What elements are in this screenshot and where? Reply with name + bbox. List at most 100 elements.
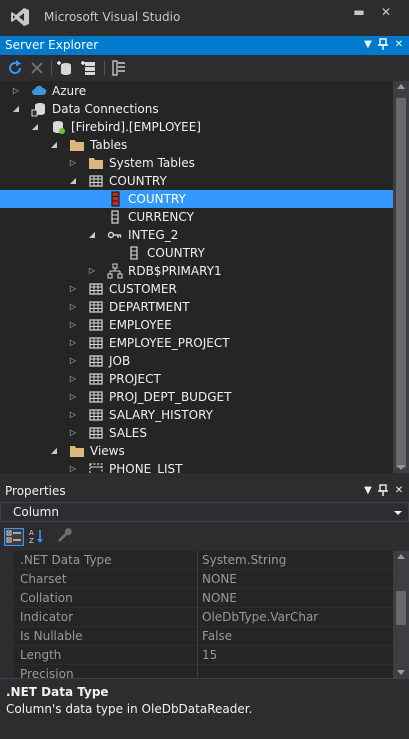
collapsed-arrow-icon[interactable]: ▷ xyxy=(68,355,78,367)
table-icon xyxy=(88,407,104,423)
tree-scrollbar[interactable] xyxy=(393,81,409,473)
collapsed-arrow-icon[interactable]: ▷ xyxy=(68,427,78,439)
tree-node-label: Azure xyxy=(52,84,87,98)
tree-node[interactable]: ▷ CUSTOMER xyxy=(0,280,393,298)
tree-node[interactable]: ◢ Tables xyxy=(0,136,393,154)
toolbar-separator xyxy=(104,61,105,75)
collapsed-arrow-icon[interactable]: ▷ xyxy=(68,391,78,403)
property-row[interactable]: Precision xyxy=(0,665,393,678)
expanded-arrow-icon[interactable]: ◢ xyxy=(11,103,21,115)
tree-node[interactable]: ◢ Data Connections xyxy=(0,100,393,118)
object-selector-dropdown[interactable]: Column xyxy=(0,502,409,522)
property-description-panel: .NET Data Type Column's data type in Ole… xyxy=(0,678,409,739)
tree-node[interactable]: ▷ SALARY_HISTORY xyxy=(0,406,393,424)
tree-node[interactable]: ▷ EMPLOYEE_PROJECT xyxy=(0,334,393,352)
close-window-button[interactable]: ✕ xyxy=(379,5,393,19)
property-value[interactable]: System.String xyxy=(202,553,286,567)
tree-node[interactable]: ▷ EMPLOYEE xyxy=(0,316,393,334)
tree-node[interactable]: ▷ PROJ_DEPT_BUDGET xyxy=(0,388,393,406)
expanded-arrow-icon[interactable]: ◢ xyxy=(30,121,40,133)
table-icon xyxy=(88,425,104,441)
connect-to-database-icon[interactable] xyxy=(56,59,74,77)
folder-icon xyxy=(88,155,104,171)
column-divider xyxy=(197,589,198,608)
tree-node[interactable]: ◢ [Firebird].[EMPLOYEE] xyxy=(0,118,393,136)
stop-refresh-icon[interactable] xyxy=(28,59,46,77)
tree-node[interactable]: ▷ JOB xyxy=(0,352,393,370)
refresh-icon[interactable] xyxy=(6,59,24,77)
tree-node[interactable]: ▷ PHONE_LIST xyxy=(0,460,393,473)
collapsed-arrow-icon[interactable]: ▷ xyxy=(68,283,78,295)
property-value[interactable]: 15 xyxy=(202,648,217,662)
collapsed-arrow-icon[interactable]: ▷ xyxy=(68,157,78,169)
tree-node[interactable]: ▷ DEPARTMENT xyxy=(0,298,393,316)
close-icon[interactable]: ✕ xyxy=(393,38,405,52)
property-value[interactable]: NONE xyxy=(202,572,237,586)
property-name: Charset xyxy=(20,572,67,586)
property-value[interactable]: NONE xyxy=(202,591,237,605)
tree-node-label: SALARY_HISTORY xyxy=(109,408,213,422)
collapsed-arrow-icon[interactable]: ▷ xyxy=(87,265,97,277)
tree-node[interactable]: ▷ RDB$PRIMARY1 xyxy=(0,262,393,280)
property-row[interactable]: Collation NONE xyxy=(0,589,393,608)
tree-node[interactable]: CURRENCY xyxy=(0,208,393,226)
property-row[interactable]: Length 15 xyxy=(0,646,393,665)
expanded-arrow-icon[interactable]: ◢ xyxy=(49,445,59,457)
property-value[interactable]: False xyxy=(202,629,232,643)
scroll-down-icon[interactable] xyxy=(397,465,405,470)
collapsed-arrow-icon[interactable]: ▷ xyxy=(68,319,78,331)
visual-studio-logo-icon xyxy=(11,8,29,26)
collapsed-arrow-icon[interactable]: ▷ xyxy=(68,463,78,473)
properties-icon[interactable] xyxy=(110,59,128,77)
tree-node[interactable]: COUNTRY xyxy=(0,190,393,208)
window-position-dropdown-icon[interactable]: ▼ xyxy=(362,484,374,498)
property-row[interactable]: Is Nullable False xyxy=(0,627,393,646)
property-row[interactable]: Charset NONE xyxy=(0,570,393,589)
wrench-icon xyxy=(58,528,72,542)
minimize-button[interactable]: ▬ xyxy=(352,5,366,19)
tree-node[interactable]: ▷ Azure xyxy=(0,82,393,100)
collapsed-arrow-icon[interactable]: ▷ xyxy=(68,373,78,385)
scroll-up-icon[interactable] xyxy=(397,554,405,559)
property-row[interactable]: Indicator OleDbType.VarChar xyxy=(0,608,393,627)
property-name: .NET Data Type xyxy=(20,553,112,567)
tree-node[interactable]: COUNTRY xyxy=(0,244,393,262)
collapsed-arrow-icon[interactable]: ▷ xyxy=(68,409,78,421)
scroll-up-icon[interactable] xyxy=(397,84,405,89)
scrollbar-thumb[interactable] xyxy=(396,98,406,468)
tree-node-label: JOB xyxy=(109,354,131,368)
tree-node-label: CUSTOMER xyxy=(109,282,177,296)
expanded-arrow-icon[interactable]: ◢ xyxy=(49,139,59,151)
tree-node[interactable]: ▷ PROJECT xyxy=(0,370,393,388)
connect-to-server-icon[interactable] xyxy=(80,59,98,77)
property-row[interactable]: .NET Data Type System.String xyxy=(0,551,393,570)
table-icon xyxy=(88,389,104,405)
description-text: Column's data type in OleDbDataReader. xyxy=(6,702,253,716)
window-position-dropdown-icon[interactable]: ▼ xyxy=(362,38,374,52)
categorized-button[interactable] xyxy=(4,528,24,546)
scroll-down-icon[interactable] xyxy=(397,670,405,675)
property-value[interactable]: OleDbType.VarChar xyxy=(202,610,318,624)
tree-node[interactable]: ▷ System Tables xyxy=(0,154,393,172)
table-icon xyxy=(88,317,104,333)
scrollbar-thumb[interactable] xyxy=(396,591,406,625)
expanded-arrow-icon[interactable]: ◢ xyxy=(87,229,97,241)
tree-node[interactable]: ◢ Views xyxy=(0,442,393,460)
column-divider xyxy=(197,665,198,678)
column-divider xyxy=(197,551,198,570)
properties-scrollbar[interactable] xyxy=(393,551,409,678)
tree-node[interactable]: ◢ INTEG_2 xyxy=(0,226,393,244)
tree-node[interactable]: ▷ SALES xyxy=(0,424,393,442)
auto-hide-pin-icon[interactable] xyxy=(377,484,389,498)
expanded-arrow-icon[interactable]: ◢ xyxy=(68,175,78,187)
auto-hide-pin-icon[interactable] xyxy=(377,38,389,52)
property-pages-button[interactable] xyxy=(56,528,76,546)
collapsed-arrow-icon[interactable]: ▷ xyxy=(11,85,21,97)
data-connections-icon xyxy=(31,101,47,117)
tree-node[interactable]: ◢ COUNTRY xyxy=(0,172,393,190)
tree-node-label: SALES xyxy=(109,426,147,440)
close-icon[interactable]: ✕ xyxy=(393,484,405,498)
alphabetical-button[interactable]: A Z xyxy=(28,528,48,546)
collapsed-arrow-icon[interactable]: ▷ xyxy=(68,337,78,349)
collapsed-arrow-icon[interactable]: ▷ xyxy=(68,301,78,313)
